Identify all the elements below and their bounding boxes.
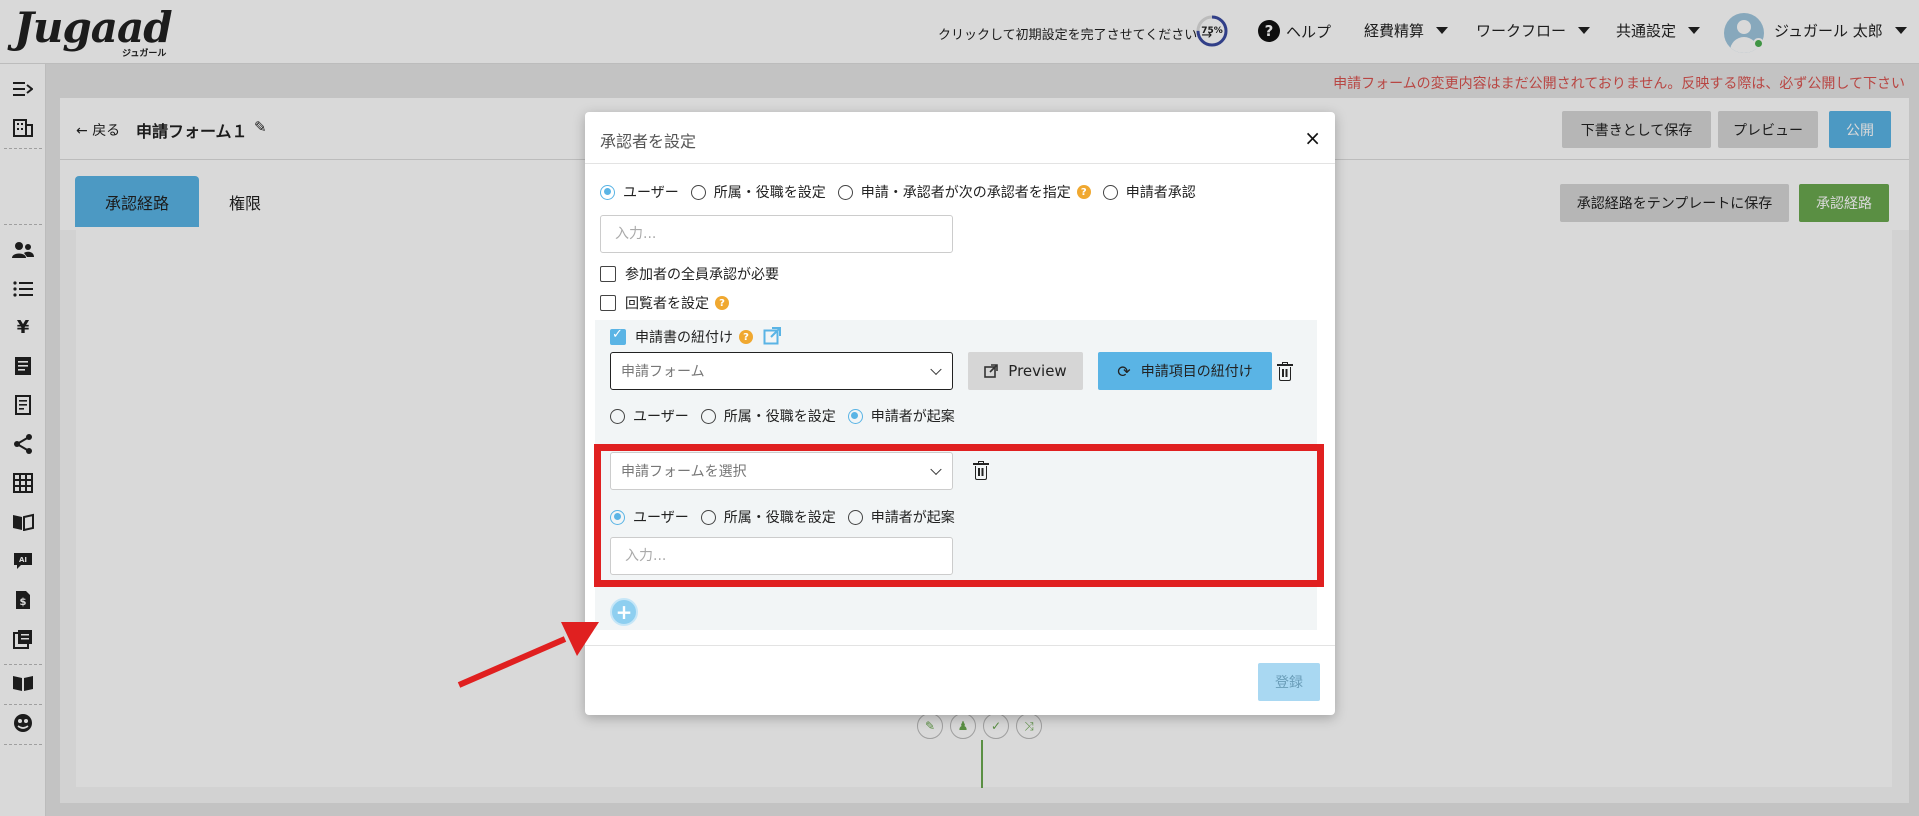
add-form-button[interactable]: +: [610, 598, 638, 626]
link-items-label: 申請項目の紐付け: [1140, 364, 1253, 380]
radio-approver-user[interactable]: [600, 184, 615, 200]
circulate-label: 回覧者を設定: [625, 296, 709, 312]
link-items-button[interactable]: ⟳ 申請項目の紐付け: [1098, 352, 1272, 390]
radio-approver-applicant[interactable]: [1102, 184, 1118, 200]
help-question-icon[interactable]: ?: [1076, 185, 1091, 199]
radio-linked-applicant-draft[interactable]: [847, 408, 863, 424]
external-link-icon: [984, 364, 999, 378]
help-question-icon[interactable]: ?: [739, 330, 753, 344]
radio-approver-department[interactable]: [690, 184, 706, 200]
annotation-arrow: [457, 622, 599, 688]
radio-linked-department[interactable]: [700, 408, 716, 424]
form-preview-button[interactable]: Preview: [968, 352, 1083, 390]
highlight-box: [594, 444, 1324, 587]
radio-label: 所属・役職を設定: [723, 409, 836, 425]
approver-settings-modal: 承認者を設定 × ユーザー 所属・役職を設定 申請・承認者が次の承認者を指定? …: [585, 112, 1335, 715]
radio-approver-next-designate[interactable]: [837, 184, 853, 200]
linked-form-radio-group: ユーザー 所属・役職を設定 申請者が起案: [610, 406, 967, 426]
radio-label: 申請者が起案: [870, 409, 955, 425]
approver-type-radio-group: ユーザー 所属・役職を設定 申請・承認者が次の承認者を指定? 申請者承認: [600, 182, 1208, 202]
radio-label: 申請・承認者が次の承認者を指定: [860, 185, 1071, 201]
link-form-row: 申請書の紐付け?: [610, 327, 753, 347]
linked-form-select-value: 申請フォーム: [621, 364, 705, 380]
radio-linked-user[interactable]: [610, 408, 625, 424]
require-all-label: 参加者の全員承認が必要: [625, 267, 779, 283]
user-search-input[interactable]: [600, 215, 953, 253]
radio-label: 申請者承認: [1125, 185, 1196, 201]
linked-form-select[interactable]: 申請フォーム: [610, 352, 953, 390]
require-all-checkbox[interactable]: [600, 266, 616, 282]
radio-label: ユーザー: [623, 185, 679, 201]
modal-header-divider: [585, 163, 1335, 164]
link-form-checkbox[interactable]: [610, 327, 626, 345]
chevron-down-icon: [930, 363, 942, 376]
modal-title: 承認者を設定: [600, 132, 697, 151]
circulate-checkbox[interactable]: [600, 295, 616, 311]
require-all-row: 参加者の全員承認が必要: [600, 264, 779, 284]
help-question-icon[interactable]: ?: [715, 296, 729, 310]
circulate-row: 回覧者を設定?: [600, 293, 729, 313]
preview-label: Preview: [1008, 362, 1067, 380]
modal-footer-divider: [585, 645, 1335, 646]
radio-label: 所属・役職を設定: [713, 185, 826, 201]
link-form-label: 申請書の紐付け: [635, 330, 733, 346]
refresh-icon: ⟳: [1117, 361, 1131, 381]
external-link-icon[interactable]: [763, 327, 781, 345]
close-icon[interactable]: ×: [1304, 126, 1321, 150]
register-button[interactable]: 登録: [1258, 663, 1320, 701]
trash-icon[interactable]: [1277, 362, 1293, 381]
radio-label: ユーザー: [633, 409, 689, 425]
